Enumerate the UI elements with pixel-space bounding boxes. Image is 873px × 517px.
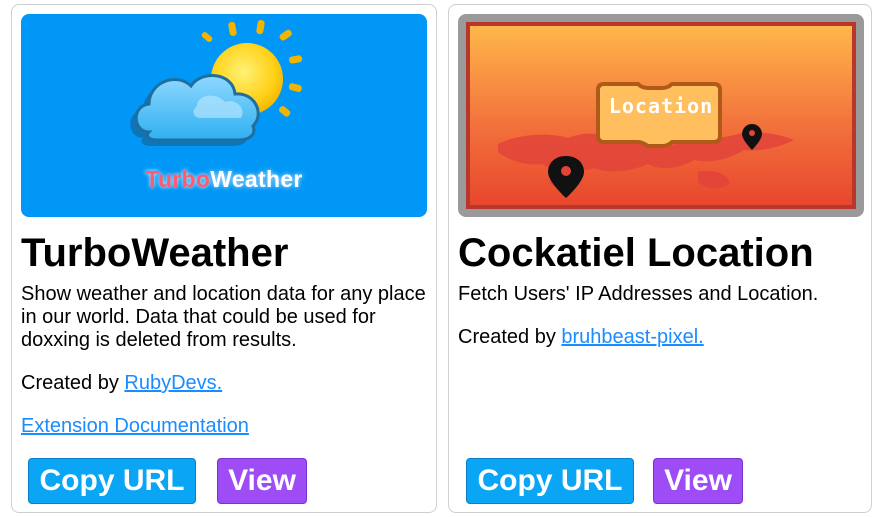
extension-card-cockatiel-location: Location Cockatiel Location Fetch Users'… <box>448 4 872 513</box>
brand-wordmark: TurboWeather <box>21 166 427 193</box>
author-link[interactable]: RubyDevs. <box>124 372 222 394</box>
documentation-link[interactable]: Extension Documentation <box>21 415 249 438</box>
thumbnail-label: Location <box>608 94 714 118</box>
credit-prefix: Created by <box>458 326 562 348</box>
extension-description: Show weather and location data for any p… <box>21 283 426 351</box>
extension-thumbnail[interactable]: Location <box>458 14 864 217</box>
brand-part-b: Weather <box>210 166 303 192</box>
brand-part-a: Turbo <box>145 166 211 192</box>
extension-description: Fetch Users' IP Addresses and Location. <box>458 283 819 305</box>
credit-prefix: Created by <box>21 372 125 394</box>
extension-credit: Created by bruhbeast-pixel. <box>458 326 704 349</box>
extension-card-turboweather: TurboWeather TurboWeather Show weather a… <box>11 4 437 513</box>
view-button[interactable]: View <box>217 458 307 504</box>
map-pin-icon <box>548 156 584 198</box>
author-link[interactable]: bruhbeast-pixel. <box>561 326 703 348</box>
extension-title: TurboWeather <box>21 231 289 275</box>
extension-title: Cockatiel Location <box>458 231 814 275</box>
view-button[interactable]: View <box>653 458 743 504</box>
copy-url-button[interactable]: Copy URL <box>28 458 196 504</box>
copy-url-button[interactable]: Copy URL <box>466 458 634 504</box>
extension-thumbnail[interactable]: TurboWeather <box>21 14 427 217</box>
extension-credit: Created by RubyDevs. <box>21 372 222 395</box>
